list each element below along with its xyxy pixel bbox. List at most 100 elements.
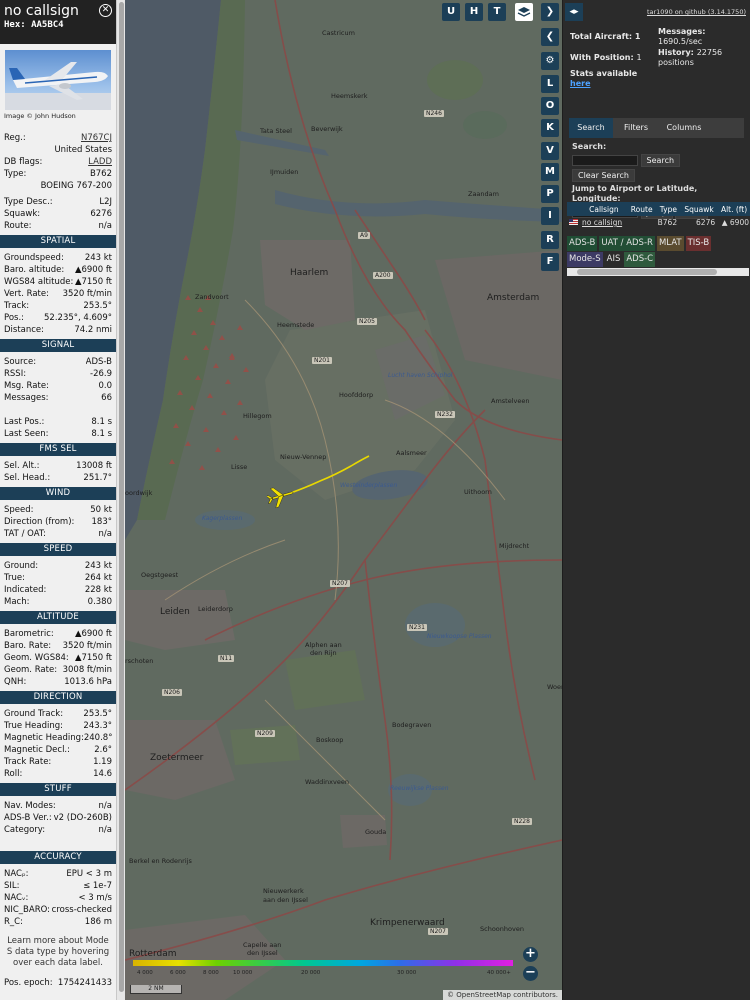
col-squawk[interactable]: Squawk bbox=[681, 202, 718, 216]
detail-label[interactable]: Last Seen: bbox=[4, 428, 49, 440]
map-button-p[interactable]: P bbox=[541, 185, 559, 203]
detail-label[interactable]: True Heading: bbox=[4, 720, 63, 732]
detail-label[interactable]: Magnetic Heading: bbox=[4, 732, 84, 744]
detail-label[interactable]: Magnetic Decl.: bbox=[4, 744, 70, 756]
github-link[interactable]: tar1090 on github (3.14.1750) bbox=[647, 8, 746, 16]
detail-label[interactable]: Last Pos.: bbox=[4, 416, 44, 428]
col-type[interactable]: Type bbox=[655, 202, 682, 216]
source-badge[interactable]: ADS-B bbox=[567, 236, 598, 251]
detail-label[interactable]: NACᵥ: bbox=[4, 892, 28, 904]
detail-label[interactable]: RSSI: bbox=[4, 368, 26, 380]
tab-search[interactable]: Search bbox=[569, 118, 613, 138]
detail-row: QNH: 1013.6 hPa bbox=[0, 676, 116, 688]
table-horizontal-scrollbar[interactable] bbox=[567, 268, 749, 276]
map-button-r[interactable]: R bbox=[541, 231, 559, 249]
aircraft-marker[interactable] bbox=[267, 485, 295, 509]
map-attribution[interactable]: © OpenStreetMap contributors. bbox=[443, 990, 562, 1000]
detail-label[interactable]: Pos.: bbox=[4, 312, 24, 324]
detail-label[interactable]: Track Rate: bbox=[4, 756, 51, 768]
detail-label[interactable]: Baro. Rate: bbox=[4, 640, 51, 652]
row-route bbox=[628, 216, 656, 229]
source-badge[interactable]: TIS-B bbox=[685, 236, 712, 251]
aircraft-photo[interactable] bbox=[5, 50, 111, 110]
map-button-o[interactable]: O bbox=[541, 97, 559, 115]
source-badge[interactable]: AIS bbox=[604, 252, 623, 267]
detail-label[interactable]: TAT / OAT: bbox=[4, 528, 46, 540]
settings-gear-icon[interactable]: ⚙ bbox=[541, 52, 559, 70]
search-input[interactable] bbox=[572, 155, 638, 166]
table-row[interactable]: no callsign B762 6276 ▲ 6900 bbox=[567, 216, 750, 229]
tab-filters[interactable]: Filters bbox=[616, 118, 656, 138]
expand-panel-icon[interactable]: ❯ bbox=[541, 3, 559, 21]
detail-label[interactable]: WGS84 altitude: bbox=[4, 276, 73, 288]
stats-link[interactable]: here bbox=[570, 79, 591, 88]
col-altitude[interactable]: Alt. (ft) bbox=[717, 202, 750, 216]
col-callsign[interactable]: Callsign bbox=[580, 202, 628, 216]
road-label: N209 bbox=[255, 730, 275, 737]
detail-label[interactable]: Ground: bbox=[4, 560, 38, 572]
scale-bar: 2 NM bbox=[130, 985, 182, 994]
detail-label[interactable]: Distance: bbox=[4, 324, 44, 336]
detail-value: -26.9 bbox=[90, 369, 112, 379]
detail-label[interactable]: Track: bbox=[4, 300, 29, 312]
source-badge[interactable]: MLAT bbox=[656, 236, 684, 251]
map-view[interactable]: Castricum Heemskerk Beverwijk Tata Steel IJm… bbox=[125, 0, 562, 1000]
clear-search-button[interactable]: Clear Search bbox=[572, 169, 635, 182]
detail-label[interactable]: Mach: bbox=[4, 596, 29, 608]
zoom-in-icon[interactable]: + bbox=[523, 947, 538, 962]
detail-label[interactable]: Sel. Alt.: bbox=[4, 460, 39, 472]
detail-label[interactable]: NACₚ: bbox=[4, 868, 28, 880]
detail-label[interactable]: Vert. Rate: bbox=[4, 288, 49, 300]
layers-icon[interactable] bbox=[515, 3, 533, 21]
map-button-v[interactable]: V bbox=[541, 142, 559, 160]
detail-label[interactable]: Indicated: bbox=[4, 584, 46, 596]
detail-label[interactable]: Geom. WGS84: bbox=[4, 652, 69, 664]
map-button-l[interactable]: L bbox=[541, 75, 559, 93]
map-button-t[interactable]: T bbox=[488, 3, 506, 21]
details-scrollbar[interactable] bbox=[116, 0, 125, 1000]
source-badge[interactable]: ADS-C bbox=[624, 252, 656, 267]
detail-label[interactable]: NIC_BARO: bbox=[4, 904, 50, 916]
tab-columns[interactable]: Columns bbox=[659, 118, 709, 138]
detail-label[interactable]: QNH: bbox=[4, 676, 26, 688]
search-button[interactable]: Search bbox=[640, 154, 681, 167]
detail-row: WGS84 altitude: ▲7150 ft bbox=[0, 276, 116, 288]
dbflags-link[interactable]: LADD bbox=[88, 156, 112, 168]
detail-label[interactable]: Ground Track: bbox=[4, 708, 63, 720]
close-icon[interactable]: ✕ bbox=[99, 4, 112, 17]
detail-label[interactable]: Msg. Rate: bbox=[4, 380, 49, 392]
registration-link[interactable]: N767CJ bbox=[81, 132, 112, 144]
detail-label[interactable]: Direction (from): bbox=[4, 516, 74, 528]
detail-value: 251.7° bbox=[83, 473, 112, 483]
detail-label[interactable]: ADS-B Ver.: bbox=[4, 812, 52, 824]
detail-label[interactable]: R_C: bbox=[4, 916, 23, 928]
detail-label[interactable]: SIL: bbox=[4, 880, 20, 892]
collapse-panel-icon[interactable]: ❮ bbox=[541, 28, 559, 46]
col-route[interactable]: Route bbox=[627, 202, 656, 216]
detail-label[interactable]: Baro. altitude: bbox=[4, 264, 64, 276]
detail-label[interactable]: Barometric: bbox=[4, 628, 54, 640]
map-button-u[interactable]: U bbox=[442, 3, 460, 21]
map-button-m[interactable]: M bbox=[541, 163, 559, 181]
place-label: Waddinxveen bbox=[305, 778, 349, 786]
detail-label[interactable]: Messages: bbox=[4, 392, 49, 404]
detail-label[interactable]: Sel. Head.: bbox=[4, 472, 50, 484]
toggle-layout-icon[interactable]: ◂▸ bbox=[565, 3, 583, 21]
detail-label[interactable]: Category: bbox=[4, 824, 45, 836]
detail-label[interactable]: Nav. Modes: bbox=[4, 800, 56, 812]
map-button-k[interactable]: K bbox=[541, 119, 559, 137]
zoom-out-icon[interactable]: − bbox=[523, 966, 538, 981]
map-button-h[interactable]: H bbox=[465, 3, 483, 21]
detail-label[interactable]: Source: bbox=[4, 356, 36, 368]
map-button-f[interactable]: F bbox=[541, 253, 559, 271]
row-callsign[interactable]: no callsign bbox=[580, 216, 628, 229]
detail-label[interactable]: Roll: bbox=[4, 768, 22, 780]
detail-label[interactable]: Groundspeed: bbox=[4, 252, 64, 264]
detail-label[interactable]: Speed: bbox=[4, 504, 34, 516]
source-badge[interactable]: Mode-S bbox=[567, 252, 603, 267]
detail-label[interactable]: True: bbox=[4, 572, 25, 584]
row-squawk: 6276 bbox=[696, 218, 716, 227]
source-badge[interactable]: UAT / ADS-R bbox=[599, 236, 655, 251]
map-button-i[interactable]: I bbox=[541, 207, 559, 225]
detail-label[interactable]: Geom. Rate: bbox=[4, 664, 57, 676]
